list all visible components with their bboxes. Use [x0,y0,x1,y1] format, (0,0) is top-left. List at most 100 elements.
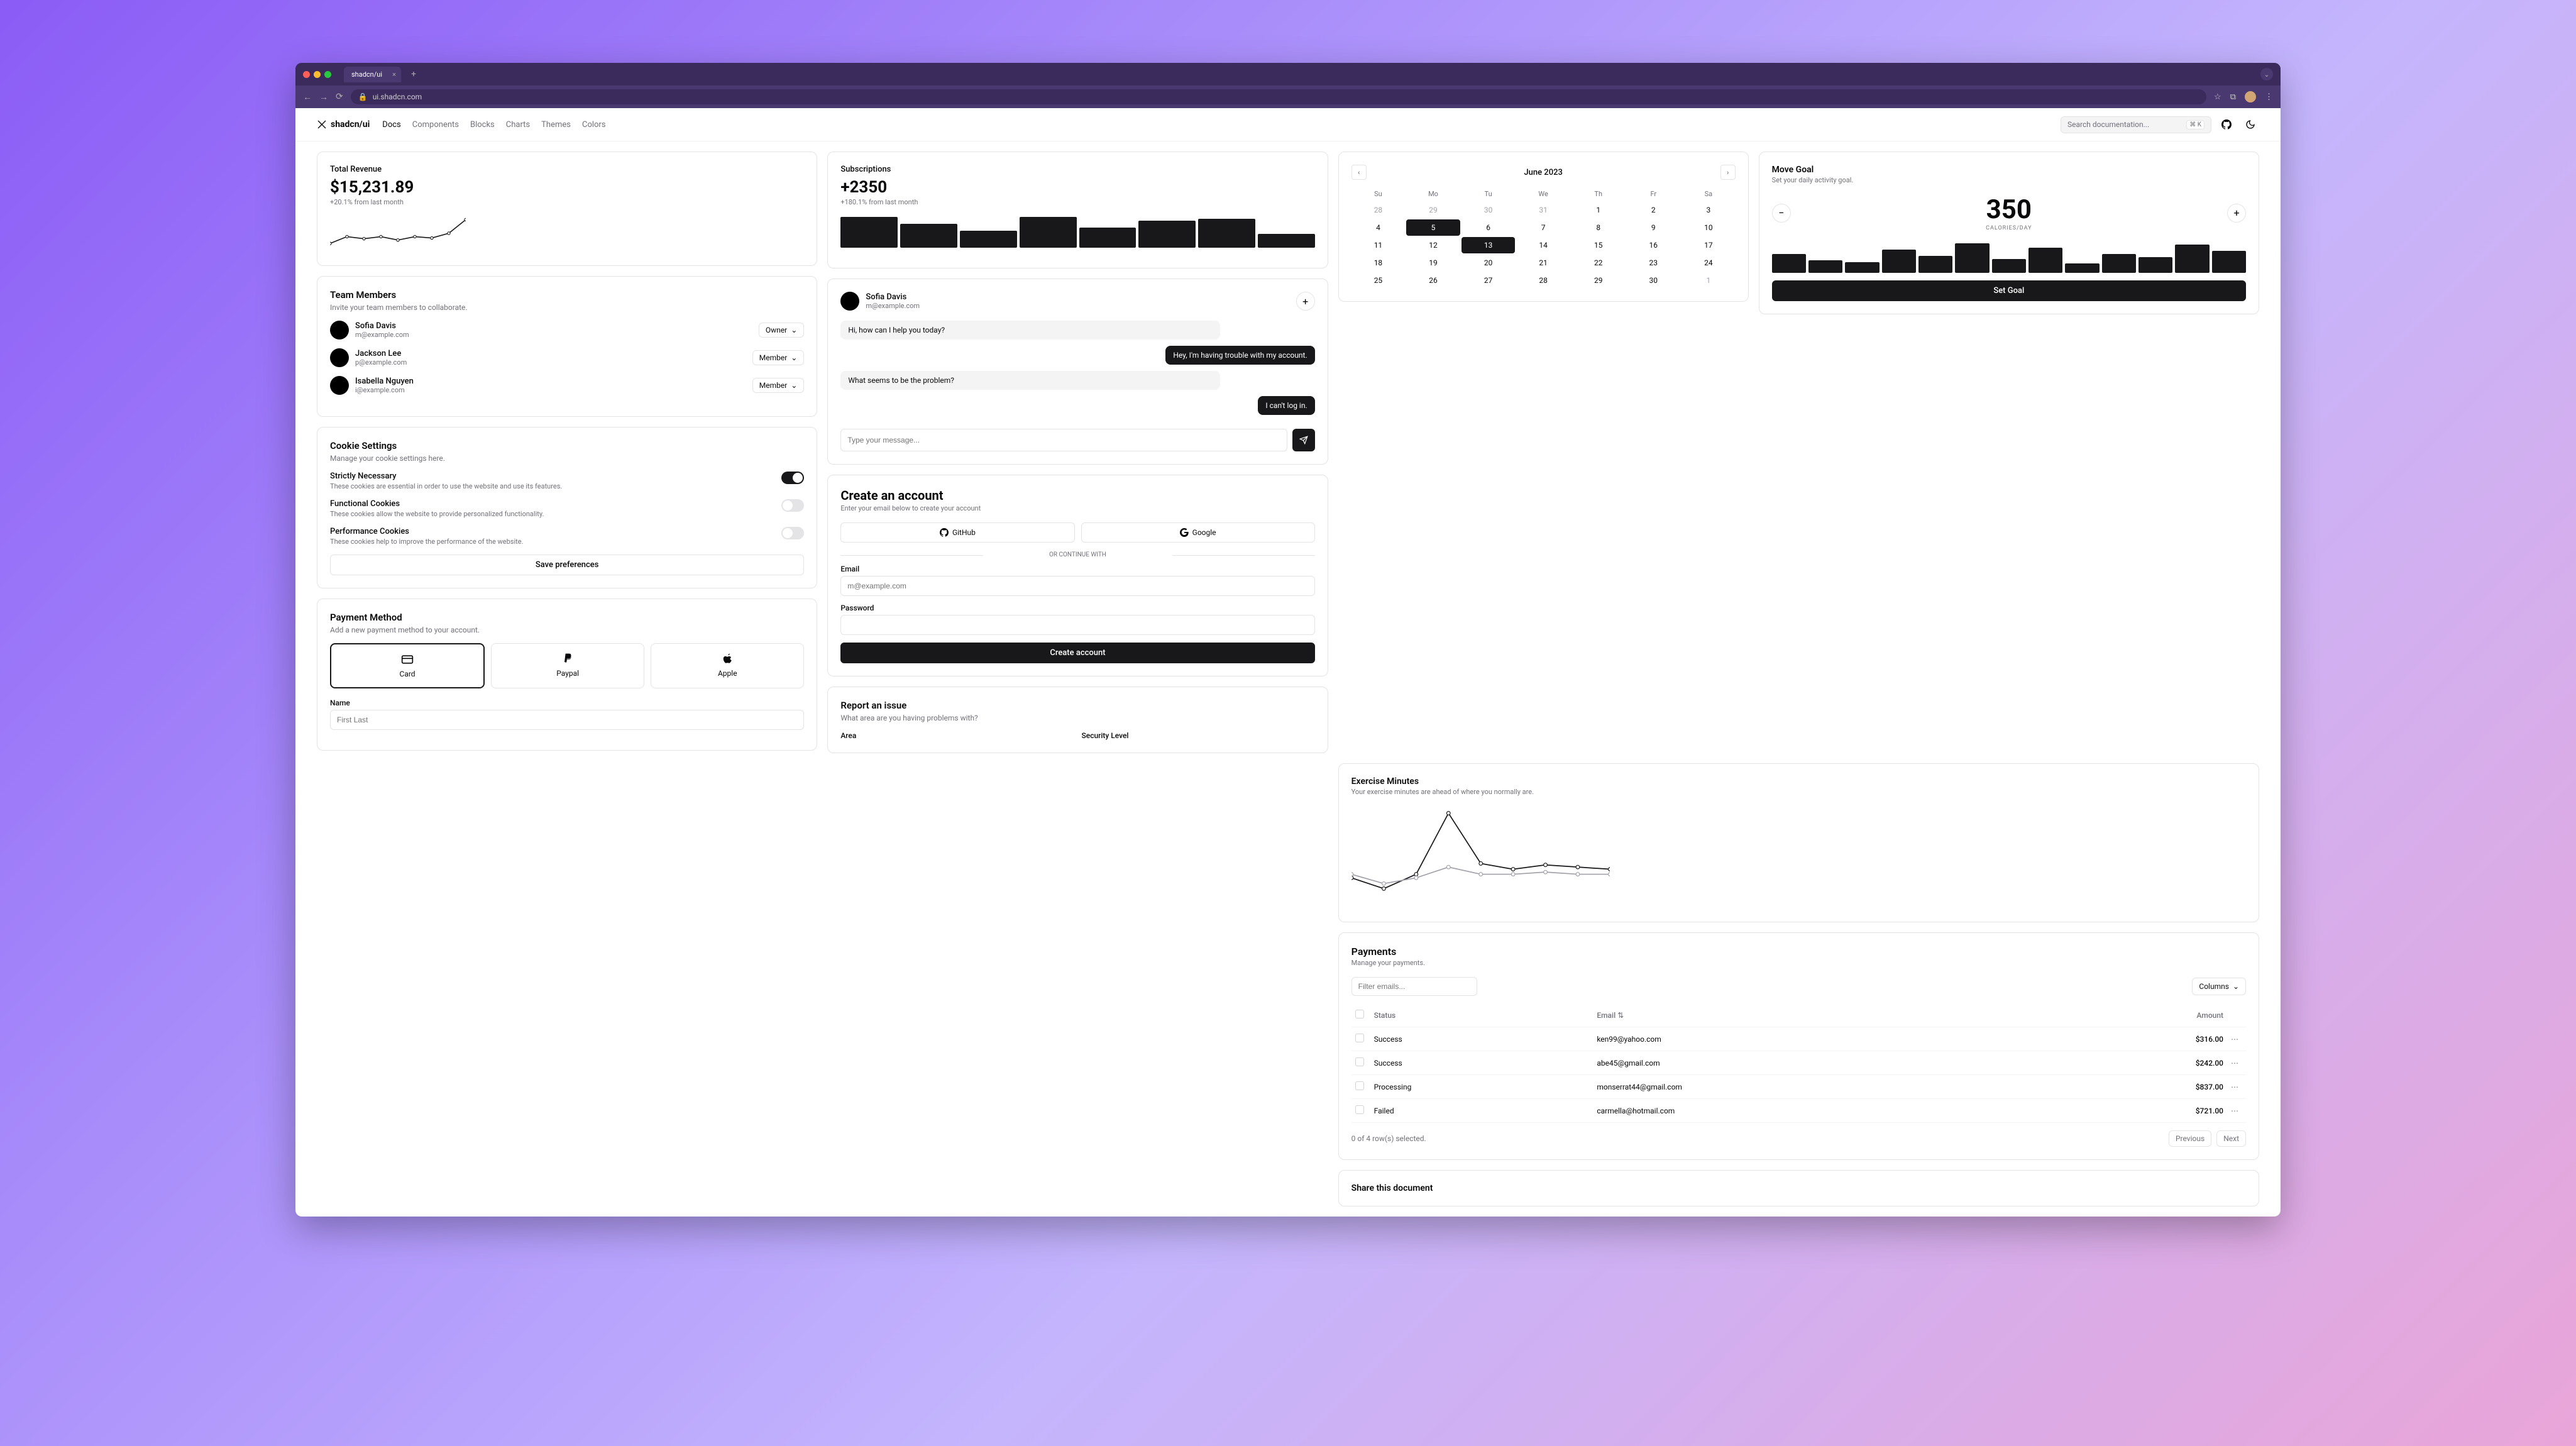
reload-button[interactable]: ⟳ [336,92,343,102]
role-button[interactable]: Owner ⌄ [759,323,804,338]
cal-day[interactable]: 6 [1461,219,1516,236]
add-chat-button[interactable]: + [1296,292,1315,311]
cal-day[interactable]: 5 [1406,219,1460,236]
search-input[interactable]: Search documentation... ⌘ K [2061,116,2211,133]
cookie-toggle[interactable] [781,499,804,512]
cal-day[interactable]: 4 [1351,219,1406,236]
cal-day[interactable]: 1 [1571,202,1626,218]
forward-button[interactable]: → [319,92,328,102]
email-header[interactable]: Email ⇅ [1593,1003,2052,1027]
row-actions-button[interactable]: ⋯ [2227,1027,2246,1051]
cal-day[interactable]: 2 [1627,202,1681,218]
name-input[interactable] [330,710,804,730]
github-icon[interactable] [2218,116,2235,133]
cal-prev-button[interactable]: ‹ [1351,165,1367,180]
theme-toggle-icon[interactable] [2242,116,2259,133]
cal-day[interactable]: 24 [1682,255,1736,271]
cal-day[interactable]: 9 [1627,219,1681,236]
chevron-down-icon[interactable]: ⌄ [2260,68,2273,80]
cal-day[interactable]: 30 [1627,272,1681,289]
cal-day[interactable]: 30 [1461,202,1516,218]
status-header[interactable]: Status [1370,1003,1593,1027]
cal-day[interactable]: 17 [1682,237,1736,253]
github-button[interactable]: GitHub [840,522,1074,543]
cal-day[interactable]: 20 [1461,255,1516,271]
extensions-icon[interactable]: ⧉ [2230,92,2236,102]
minimize-window-icon[interactable] [314,71,321,78]
cal-day[interactable]: 31 [1516,202,1570,218]
cal-day[interactable]: 10 [1682,219,1736,236]
cal-day[interactable]: 25 [1351,272,1406,289]
nav-blocks[interactable]: Blocks [470,120,495,130]
role-button[interactable]: Member ⌄ [752,350,805,365]
nav-colors[interactable]: Colors [582,120,606,130]
next-button[interactable]: Next [2216,1130,2246,1147]
payment-tab-card[interactable]: Card [330,643,485,688]
row-checkbox[interactable] [1355,1034,1364,1042]
previous-button[interactable]: Previous [2169,1130,2211,1147]
row-actions-button[interactable]: ⋯ [2227,1075,2246,1099]
cal-day[interactable]: 19 [1406,255,1460,271]
row-checkbox[interactable] [1355,1081,1364,1090]
close-window-icon[interactable] [303,71,310,78]
cal-day[interactable]: 3 [1682,202,1736,218]
maximize-window-icon[interactable] [324,71,331,78]
cal-day[interactable]: 21 [1516,255,1570,271]
set-goal-button[interactable]: Set Goal [1772,280,2246,301]
logo[interactable]: shadcn/ui [317,119,370,130]
google-button[interactable]: Google [1081,522,1315,543]
cal-day[interactable]: 7 [1516,219,1570,236]
select-all-checkbox[interactable] [1355,1010,1364,1018]
row-checkbox[interactable] [1355,1057,1364,1066]
nav-components[interactable]: Components [412,120,459,130]
password-input[interactable] [840,615,1314,635]
send-button[interactable] [1292,429,1315,451]
profile-avatar[interactable] [2245,91,2256,102]
nav-charts[interactable]: Charts [506,120,530,130]
create-account-button[interactable]: Create account [840,643,1314,663]
cookie-toggle[interactable] [781,527,804,539]
cal-day[interactable]: 29 [1406,202,1460,218]
cookie-toggle[interactable] [781,472,804,484]
address-bar[interactable]: 🔒 ui.shadcn.com [351,89,2206,104]
cal-day[interactable]: 22 [1571,255,1626,271]
filter-emails-input[interactable] [1351,977,1477,996]
menu-icon[interactable]: ⋮ [2265,92,2273,102]
star-icon[interactable]: ☆ [2214,92,2221,102]
new-tab-button[interactable]: + [406,69,421,79]
cal-day[interactable]: 23 [1627,255,1681,271]
cal-next-button[interactable]: › [1720,165,1736,180]
back-button[interactable]: ← [303,92,312,102]
role-button[interactable]: Member ⌄ [752,378,805,393]
cal-day[interactable]: 28 [1516,272,1570,289]
close-tab-icon[interactable]: × [392,70,396,79]
payment-tab-apple[interactable]: Apple [651,643,804,688]
cal-day[interactable]: 15 [1571,237,1626,253]
email-input[interactable] [840,576,1314,596]
cal-day[interactable]: 11 [1351,237,1406,253]
cal-day[interactable]: 27 [1461,272,1516,289]
row-actions-button[interactable]: ⋯ [2227,1099,2246,1123]
cal-day[interactable]: 12 [1406,237,1460,253]
nav-docs[interactable]: Docs [382,120,400,130]
cal-day[interactable]: 8 [1571,219,1626,236]
goal-decrease-button[interactable]: − [1772,204,1791,223]
cal-day[interactable]: 14 [1516,237,1570,253]
row-checkbox[interactable] [1355,1105,1364,1114]
chat-input[interactable] [840,429,1287,451]
cal-day[interactable]: 28 [1351,202,1406,218]
cal-day[interactable]: 26 [1406,272,1460,289]
row-actions-button[interactable]: ⋯ [2227,1051,2246,1075]
cal-day[interactable]: 1 [1682,272,1736,289]
cal-day[interactable]: 18 [1351,255,1406,271]
save-preferences-button[interactable]: Save preferences [330,555,804,575]
amount-header[interactable]: Amount [2052,1003,2227,1027]
cal-day[interactable]: 29 [1571,272,1626,289]
cal-day[interactable]: 16 [1627,237,1681,253]
cal-day[interactable]: 13 [1461,237,1516,253]
nav-themes[interactable]: Themes [541,120,571,130]
browser-tab[interactable]: shadcn/ui × [344,67,401,82]
goal-increase-button[interactable]: + [2227,204,2246,223]
columns-button[interactable]: Columns⌄ [2192,978,2246,995]
payment-tab-paypal[interactable]: Paypal [491,643,644,688]
